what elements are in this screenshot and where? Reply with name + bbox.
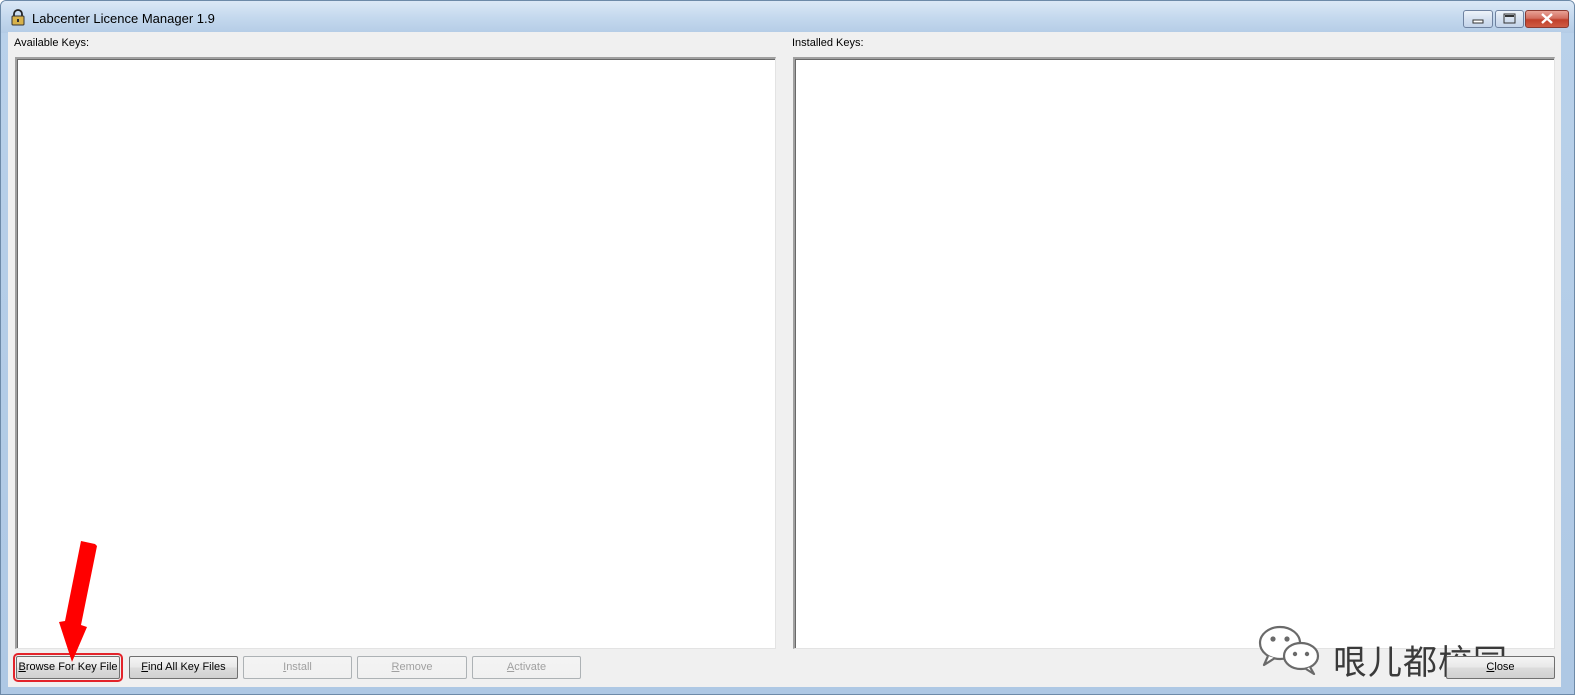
find-all-label: ind All Key Files (148, 661, 226, 673)
browse-label: rowse For Key File (25, 661, 118, 673)
available-keys-list[interactable] (15, 57, 776, 649)
wechat-icon (1258, 625, 1320, 675)
close-window-button[interactable] (1525, 10, 1569, 28)
close-label: lose (1494, 661, 1515, 673)
maximize-icon (1503, 13, 1516, 24)
remove-button[interactable]: Remove (357, 656, 467, 679)
activate-button[interactable]: Activate (472, 656, 581, 679)
padlock-icon (11, 9, 25, 26)
close-icon (1541, 13, 1553, 24)
available-keys-label: Available Keys: (14, 37, 90, 49)
install-button[interactable]: Install (243, 656, 352, 679)
install-label: nstall (286, 661, 312, 673)
window-title: Labcenter Licence Manager 1.9 (32, 11, 215, 26)
remove-label: emove (399, 661, 433, 673)
minimize-button[interactable] (1463, 10, 1493, 28)
dialog-client-area: Available Keys: Installed Keys: 哏儿都校园 Br… (8, 32, 1561, 687)
close-button[interactable]: Close (1446, 656, 1555, 679)
maximize-button[interactable] (1495, 10, 1524, 28)
installed-keys-label: Installed Keys: (792, 37, 864, 49)
title-bar[interactable]: Labcenter Licence Manager 1.9 (1, 1, 1574, 33)
browse-mnemonic: B (18, 661, 26, 673)
browse-for-key-file-button[interactable]: Browse For Key File (13, 653, 123, 682)
activate-label: ctivate (514, 661, 547, 673)
installed-keys-list[interactable] (793, 57, 1555, 649)
minimize-icon (1472, 19, 1484, 24)
licence-manager-window: Labcenter Licence Manager 1.9 Available … (0, 0, 1575, 695)
find-all-key-files-button[interactable]: Find All Key Files (129, 656, 238, 679)
